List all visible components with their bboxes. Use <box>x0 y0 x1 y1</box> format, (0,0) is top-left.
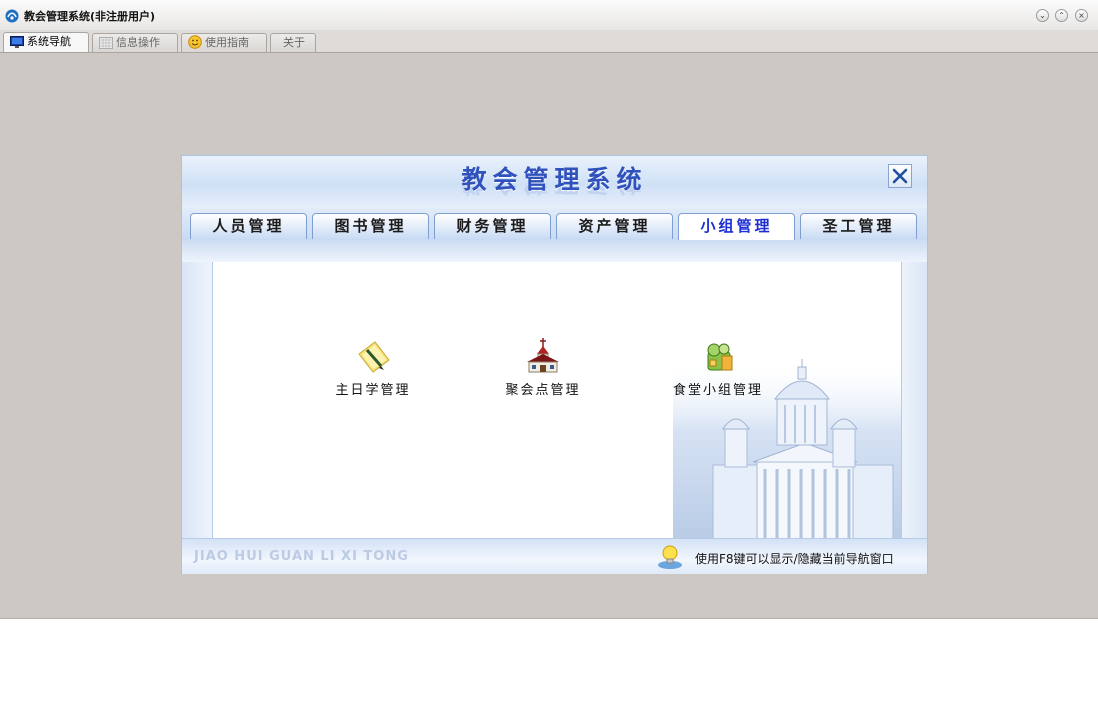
monitor-icon <box>10 36 24 48</box>
tab-about[interactable]: 关于 <box>270 33 316 52</box>
close-button[interactable]: × <box>1075 9 1088 22</box>
tab-library[interactable]: 图书管理 <box>312 213 429 239</box>
module-canteen-group[interactable]: 食堂小组管理 <box>653 336 783 398</box>
notepad-pencil-icon <box>358 341 390 373</box>
nav-close-button[interactable] <box>888 164 912 188</box>
content-top-band <box>182 240 927 262</box>
app-logo-icon <box>5 9 19 23</box>
footer-hint: 使用F8键可以显示/隐藏当前导航窗口 <box>695 552 894 566</box>
tab-system-navigation[interactable]: 系统导航 <box>3 32 89 52</box>
title-bar: 教会管理系统(非注册用户) ⌄ ⌃ × <box>0 0 1098 31</box>
module-sunday-school[interactable]: 主日学管理 <box>318 336 428 398</box>
nav-tab-strip: 人员管理 图书管理 财务管理 资产管理 小组管理 圣工管理 <box>182 208 927 240</box>
tab-user-guide[interactable]: 使用指南 <box>181 33 267 52</box>
nav-content-area: 主日学管理 聚会点管理 食堂小组管理 <box>182 240 927 538</box>
food-basket-icon <box>707 343 733 371</box>
grid-icon <box>99 37 113 49</box>
window-title: 教会管理系统(非注册用户) <box>24 10 156 23</box>
tab-groups[interactable]: 小组管理 <box>678 213 795 240</box>
lightbulb-icon <box>658 545 682 569</box>
module-meeting-points[interactable]: 聚会点管理 <box>488 336 598 398</box>
module-label: 主日学管理 <box>335 383 411 398</box>
module-label: 聚会点管理 <box>505 383 581 398</box>
module-label: 食堂小组管理 <box>672 383 763 398</box>
app-window: 教会管理系统(非注册用户) ⌄ ⌃ × 系统导航 信息操作 使用指南 关于 教会… <box>0 0 1098 619</box>
tab-ministry[interactable]: 圣工管理 <box>800 213 917 239</box>
footer-pinyin: JIAO HUI GUAN LI XI TONG <box>194 549 409 564</box>
close-icon <box>892 168 908 184</box>
tab-label: 信息操作 <box>116 36 160 49</box>
minimize-button[interactable]: ⌄ <box>1036 9 1049 22</box>
tab-finance[interactable]: 财务管理 <box>434 213 551 239</box>
tab-info-operation[interactable]: 信息操作 <box>92 33 178 52</box>
tab-label: 使用指南 <box>205 36 249 49</box>
app-tab-bar: 系统导航 信息操作 使用指南 关于 <box>0 30 1098 53</box>
tab-personnel[interactable]: 人员管理 <box>190 213 307 239</box>
smiley-icon <box>188 35 202 49</box>
restore-button[interactable]: ⌃ <box>1055 9 1068 22</box>
module-area: 主日学管理 聚会点管理 食堂小组管理 <box>212 262 902 538</box>
nav-header: 教会管理系统 教会管理系统 <box>182 156 927 208</box>
nav-footer: JIAO HUI GUAN LI XI TONG 使用F8键可以显示/隐藏当前导… <box>182 538 927 574</box>
nav-title-reflection: 教会管理系统 <box>182 186 927 202</box>
tab-label: 系统导航 <box>27 35 71 48</box>
navigation-panel: 教会管理系统 教会管理系统 人员管理 图书管理 财务管理 资产管理 小组管理 圣… <box>181 155 928 574</box>
tab-assets[interactable]: 资产管理 <box>556 213 673 239</box>
tab-label: 关于 <box>283 36 305 49</box>
church-icon <box>527 338 559 373</box>
